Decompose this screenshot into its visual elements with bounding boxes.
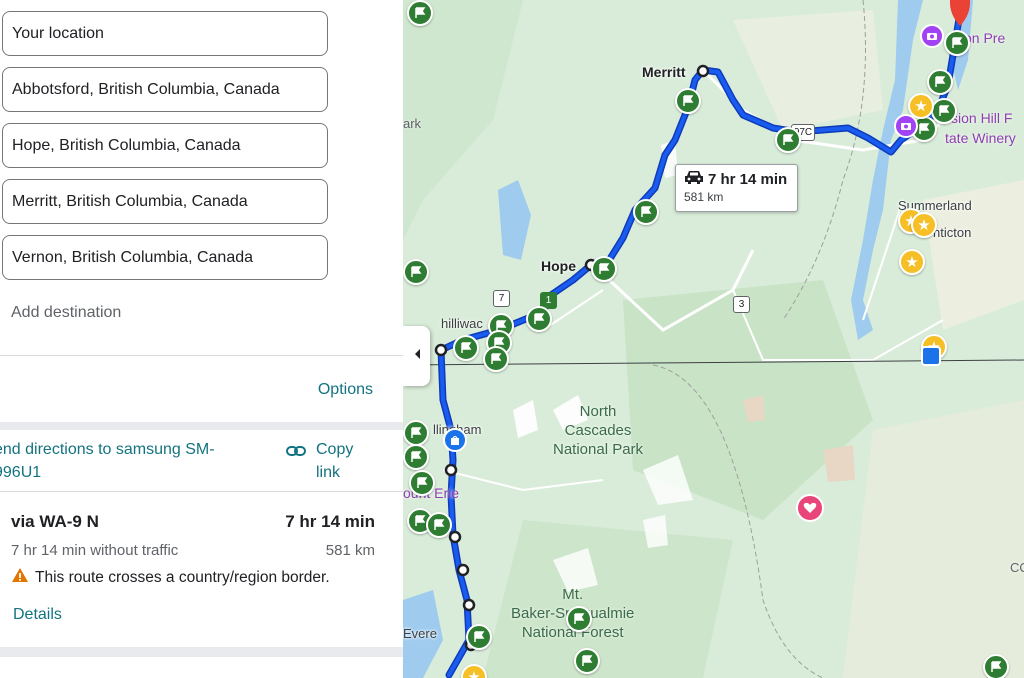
stop-input-vernon[interactable]: Vernon, British Columbia, Canada xyxy=(2,235,328,280)
label-mission-hill-winery: tate Winery xyxy=(945,130,1016,146)
route-distance: 581 km xyxy=(325,542,375,559)
map-view[interactable]: Merritt Hope hilliwac llingham ount Erie… xyxy=(403,0,1024,678)
flag-icon[interactable] xyxy=(409,470,435,496)
border-warning: This route crosses a country/region bord… xyxy=(11,567,330,588)
flag-icon[interactable] xyxy=(775,127,801,153)
stop-input-origin[interactable]: Your location xyxy=(2,11,328,56)
label-park: ark xyxy=(403,116,422,131)
collapse-panel-button[interactable] xyxy=(403,326,430,386)
camera-icon[interactable] xyxy=(920,24,944,48)
directions-panel: Your location Abbotsford, British Columb… xyxy=(0,0,403,678)
route-traffic-note: 7 hr 14 min without traffic xyxy=(11,542,179,559)
flag-icon[interactable] xyxy=(403,259,429,285)
copy-link-button[interactable]: Copy link xyxy=(286,438,366,484)
section-divider xyxy=(0,647,403,657)
label-merritt: Merritt xyxy=(642,64,686,80)
stop-input-hope[interactable]: Hope, British Columbia, Canada xyxy=(2,123,328,168)
flag-icon[interactable] xyxy=(675,88,701,114)
flag-icon[interactable] xyxy=(566,606,592,632)
label-chilliwack: hilliwac xyxy=(441,316,483,331)
callout-distance: 581 km xyxy=(684,190,724,204)
label-hope: Hope xyxy=(541,258,576,274)
route-duration-callout[interactable]: 7 hr 14 min 581 km xyxy=(675,164,798,212)
border-warning-text: This route crosses a country/region bord… xyxy=(35,568,330,586)
highway-shield-3: 3 xyxy=(733,296,750,313)
label-north-cascades: North Cascades National Park xyxy=(553,403,644,458)
section-divider xyxy=(0,422,403,430)
flag-icon[interactable] xyxy=(983,654,1009,678)
flag-icon[interactable] xyxy=(426,512,452,538)
divider xyxy=(0,491,403,492)
stop-input-abbotsford[interactable]: Abbotsford, British Columbia, Canada xyxy=(2,67,328,112)
details-button[interactable]: Details xyxy=(13,606,62,624)
warning-icon xyxy=(11,567,29,588)
flag-icon[interactable] xyxy=(453,335,479,361)
flag-icon[interactable] xyxy=(403,444,429,470)
flag-icon[interactable] xyxy=(944,30,970,56)
copy-link-label: Copy link xyxy=(316,441,354,481)
flag-icon[interactable] xyxy=(407,0,433,26)
add-destination-button[interactable]: Add destination xyxy=(11,304,121,322)
label-everett: Evere xyxy=(403,626,437,641)
route-duration: 7 hr 14 min xyxy=(285,512,375,531)
flag-icon[interactable] xyxy=(526,306,552,332)
divider xyxy=(0,355,403,356)
label-mission-hill: sion Hill F xyxy=(951,110,1013,126)
flag-icon[interactable] xyxy=(931,98,957,124)
link-icon xyxy=(286,444,306,462)
flag-icon[interactable] xyxy=(591,256,617,282)
flag-icon[interactable] xyxy=(633,199,659,225)
heart-icon[interactable] xyxy=(796,494,824,522)
route-name[interactable]: via WA-9 N xyxy=(11,512,99,532)
callout-time: 7 hr 14 min xyxy=(708,170,788,188)
chevron-left-icon xyxy=(413,347,421,365)
star-icon[interactable]: ★ xyxy=(899,249,925,275)
send-directions-link[interactable]: end directions to samsung SM- 996U1 xyxy=(0,438,254,484)
options-button[interactable]: Options xyxy=(318,381,373,399)
flag-icon[interactable] xyxy=(574,648,600,674)
flag-icon[interactable] xyxy=(483,346,509,372)
flag-icon[interactable] xyxy=(403,420,429,446)
car-icon xyxy=(684,170,704,188)
border-crossing-icon[interactable] xyxy=(921,346,941,366)
shopping-bag-icon[interactable] xyxy=(443,428,467,452)
stop-input-merritt[interactable]: Merritt, British Columbia, Canada xyxy=(2,179,328,224)
highway-shield-7: 7 xyxy=(493,290,510,307)
flag-icon[interactable] xyxy=(466,624,492,650)
label-co: CO xyxy=(1010,560,1024,575)
star-icon[interactable]: ★ xyxy=(911,212,937,238)
flag-icon[interactable] xyxy=(927,69,953,95)
camera-icon[interactable] xyxy=(894,114,918,138)
label-penticton: nticton xyxy=(933,225,972,240)
